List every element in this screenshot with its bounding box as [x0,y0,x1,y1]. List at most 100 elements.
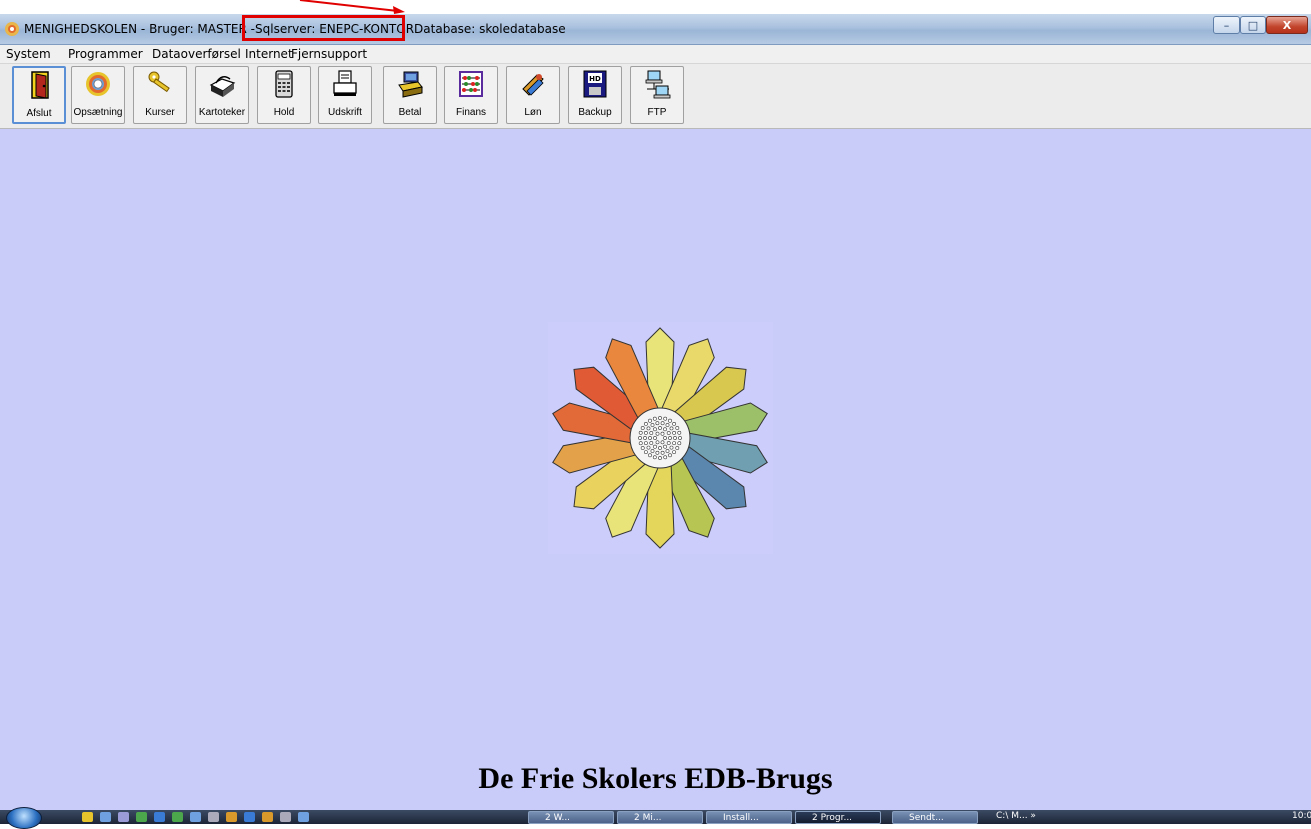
kartoteker-label: Kartoteker [198,107,246,118]
lon-button[interactable]: Løn [506,66,560,124]
taskbar-button-4[interactable]: 2 Progr... [795,811,881,824]
clock: 10:0 [1292,811,1311,821]
app-flower-icon [5,22,19,36]
quicklaunch-desktop-icon[interactable] [100,812,111,822]
kurser-button[interactable]: Kurser [133,66,187,124]
main-workspace: De Frie Skolers EDB-Brugs [0,129,1311,810]
quicklaunch-doc-icon[interactable] [280,812,291,822]
logo-dot [672,441,677,446]
logo-dot [638,430,643,435]
menu-internet[interactable]: Internet [245,47,293,61]
card-file-icon [209,76,236,97]
logo-dot [653,436,657,440]
logo-dot [649,431,654,435]
logo-dot [655,440,660,445]
title-database: Database: skoledatabase [414,22,566,36]
finans-label: Finans [455,107,486,118]
quicklaunch-explorer-icon[interactable] [154,812,165,822]
finans-button[interactable]: Finans [444,66,498,124]
logo-dot [666,431,671,435]
school-flower-logo [548,322,773,554]
afslut-button[interactable]: Afslut [12,66,66,124]
logo-dot [648,436,652,440]
cash-register-icon [398,71,423,98]
logo-dot [660,421,665,426]
backup-button[interactable]: HD Backup [568,66,622,124]
hd-disk-icon: HD [583,70,607,98]
logo-dot [655,421,660,426]
logo-dot [638,436,642,440]
logo-dot [677,430,682,435]
logo-dot [665,423,670,427]
network-computers-icon [645,70,671,99]
quicklaunch-monitor-icon[interactable] [298,812,309,822]
logo-dot [663,416,668,421]
hold-label: Hold [273,107,295,118]
minimize-button[interactable]: – [1213,16,1240,34]
menu-programmer[interactable]: Programmer [68,47,143,61]
logo-dot [666,441,671,445]
opsaetning-button[interactable]: Opsætning [71,66,125,124]
logo-dot [663,455,668,460]
kartoteker-button[interactable]: Kartoteker [195,66,249,124]
taskbar-button-3[interactable]: Install... [706,811,792,824]
close-button[interactable]: X [1266,16,1308,34]
hold-button[interactable]: Hold [257,66,311,124]
quicklaunch-tool-icon[interactable] [118,812,129,822]
svg-text:HD: HD [589,75,601,83]
logo-dot [658,456,662,460]
quicklaunch-globe-icon[interactable] [244,812,255,822]
taskbar-button-1[interactable]: 2 W... [528,811,614,824]
window-title-bar[interactable]: MENIGHEDSKOLEN - Bruger: MASTER - Sqlser… [0,14,1311,45]
betal-button[interactable]: Betal [383,66,437,124]
menu-dataoverforsel[interactable]: Dataoverførsel [152,47,241,61]
door-exit-icon [31,71,49,99]
logo-dot [658,426,662,430]
lon-label: Løn [524,107,542,118]
logo-dot [643,450,648,455]
udskrift-button[interactable]: Udskrift [318,66,372,124]
logo-dot [673,436,677,440]
menu-fjernsupport[interactable]: Fjernsupport [291,47,367,61]
quicklaunch-mail-icon[interactable] [208,812,219,822]
logo-dot [658,446,662,450]
logo-dot [638,441,643,446]
logo-dot [663,444,667,449]
quicklaunch-people-icon[interactable] [262,812,273,822]
money-icon [522,74,544,96]
logo-dot [677,441,682,446]
logo-dot [663,436,667,440]
logo-dot [648,453,652,458]
logo-dot [643,431,648,435]
logo-dot [646,445,651,450]
logo-dot [669,445,674,450]
maximize-button[interactable]: □ [1240,16,1266,34]
calculator-icon [275,70,293,98]
logo-dot [650,423,655,427]
backup-label: Backup [578,107,612,118]
taskbar-button-5[interactable]: Sendt... [892,811,978,824]
ftp-button[interactable]: FTP [630,66,684,124]
quicklaunch-app-icon[interactable] [82,812,93,822]
ftp-label: FTP [647,107,667,118]
start-button[interactable] [6,807,42,829]
logo-dot [640,446,645,450]
logo-dot [672,450,677,455]
title-user: MENIGHEDSKOLEN - Bruger: MASTER - [24,22,255,36]
logo-dot [653,427,657,432]
afslut-label: Afslut [26,108,52,119]
tray-address[interactable]: C:\ M... » [996,811,1036,821]
logo-dot [675,446,680,450]
abacus-icon [459,71,483,97]
logo-dot [658,416,662,420]
logo-dot [675,426,680,430]
logo-dot [643,421,648,426]
logo-dot [660,440,665,445]
taskbar-button-2[interactable]: 2 Mi... [617,811,703,824]
quicklaunch-browser-icon[interactable] [136,812,147,822]
menu-system[interactable]: System [6,47,51,61]
quicklaunch-folder-icon[interactable] [226,812,237,822]
quicklaunch-green-icon[interactable] [172,812,183,822]
footer-title: De Frie Skolers EDB-Brugs [478,762,833,795]
quicklaunch-window-icon[interactable] [190,812,201,822]
